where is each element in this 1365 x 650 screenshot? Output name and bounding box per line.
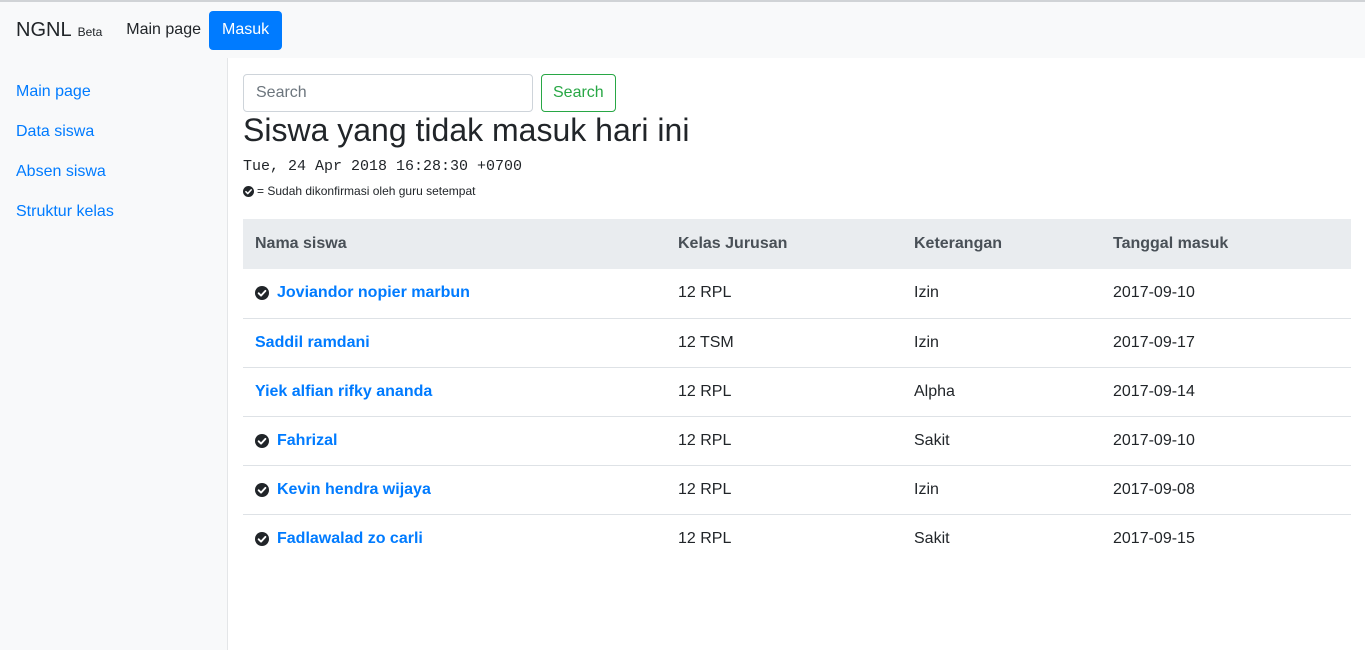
search-button[interactable]: Search [541, 74, 616, 112]
header-kelas-jurusan: Kelas Jurusan [666, 219, 902, 269]
table-row: Fadlawalad zo carli 12 RPL Sakit 2017-09-15 [243, 513, 1351, 563]
header-nama-siswa: Nama siswa [243, 219, 666, 269]
student-name-link[interactable]: Fahrizal [277, 432, 337, 450]
cell-nama-siswa: Kevin hendra wijaya [243, 464, 666, 514]
check-circle-icon [255, 286, 269, 301]
top-navbar: NGNL Beta Main page Masuk [0, 0, 1365, 58]
sidebar-item-struktur-kelas[interactable]: Struktur kelas [0, 202, 227, 242]
cell-nama-siswa: Saddil ramdani [243, 317, 666, 367]
search-form: Search [243, 74, 616, 112]
cell-kelas-jurusan: 12 RPL [666, 415, 902, 465]
search-input[interactable] [243, 74, 533, 112]
cell-tanggal-masuk: 2017-09-08 [1101, 464, 1351, 514]
sidebar: Main page Data siswa Absen siswa Struktu… [0, 58, 228, 650]
cell-keterangan: Sakit [902, 513, 1101, 563]
masuk-button[interactable]: Masuk [208, 10, 283, 50]
student-name-link[interactable]: Fadlawalad zo carli [277, 530, 423, 548]
current-timestamp: Tue, 24 Apr 2018 16:28:30 +0700 [243, 158, 523, 175]
table-row: Yiek alfian rifky ananda 12 RPL Alpha 2017-… [243, 366, 1351, 416]
cell-tanggal-masuk: 2017-09-10 [1101, 415, 1351, 465]
cell-keterangan: Izin [914, 284, 939, 302]
cell-kelas-jurusan: 12 TSM [666, 317, 902, 367]
table-row: Saddil ramdani 12 TSM Izin 2017-09-17 [243, 317, 1351, 367]
sidebar-item-main-page[interactable]: Main page [0, 82, 227, 122]
cell-kelas-jurusan: 12 RPL [678, 284, 732, 302]
cell-tanggal-masuk: 2017-09-10 [1113, 284, 1195, 302]
cell-tanggal-masuk: 2017-09-17 [1101, 317, 1351, 367]
brand-name[interactable]: NGNL [16, 19, 72, 42]
nav-main-page-link[interactable]: Main page [126, 21, 201, 39]
sidebar-item-data-siswa[interactable]: Data siswa [0, 122, 227, 162]
confirmation-legend: = Sudah dikonfirmasi oleh guru setempat [243, 184, 475, 198]
cell-nama-siswa: Yiek alfian rifky ananda [243, 366, 666, 416]
header-keterangan: Keterangan [902, 219, 1101, 269]
table-row: Joviandor nopier marbun 12 RPL Izin 2017-09… [243, 269, 1351, 318]
table-header-row: Nama siswa Kelas Jurusan Keterangan Tang… [243, 219, 1351, 269]
check-circle-icon [255, 482, 269, 497]
check-circle-icon [255, 433, 269, 448]
cell-keterangan: Sakit [902, 415, 1101, 465]
check-circle-icon [255, 531, 269, 546]
student-name-link[interactable]: Saddil ramdani [255, 334, 370, 352]
sidebar-item-absen-siswa[interactable]: Absen siswa [0, 162, 227, 202]
cell-nama-siswa: Joviandor nopier marbun [243, 269, 666, 318]
table-row: Fahrizal 12 RPL Sakit 2017-09-10 [243, 415, 1351, 465]
cell-tanggal-masuk: 2017-09-14 [1101, 366, 1351, 416]
brand-badge: Beta [77, 24, 103, 39]
cell-kelas-jurusan: 12 RPL [666, 464, 902, 514]
cell-nama-siswa: Fadlawalad zo carli [243, 513, 666, 563]
brand[interactable]: NGNL Beta [16, 19, 102, 42]
legend-text: = Sudah dikonfirmasi oleh guru setempat [257, 184, 476, 198]
cell-keterangan: Alpha [902, 366, 1101, 416]
student-name-link[interactable]: Yiek alfian rifky ananda [255, 383, 432, 401]
header-tanggal-masuk: Tanggal masuk [1101, 219, 1351, 269]
cell-keterangan: Izin [902, 317, 1101, 367]
absent-students-table: Nama siswa Kelas Jurusan Keterangan Tang… [243, 219, 1351, 563]
cell-keterangan: Izin [902, 464, 1101, 514]
cell-nama-siswa: Fahrizal [243, 415, 666, 465]
student-name-link[interactable]: Joviandor nopier marbun [277, 284, 470, 302]
cell-tanggal-masuk: 2017-09-15 [1101, 513, 1351, 563]
student-name-link[interactable]: Kevin hendra wijaya [277, 481, 431, 499]
page-title: Siswa yang tidak masuk hari ini [243, 112, 690, 148]
check-circle-icon [243, 185, 254, 197]
table-row: Kevin hendra wijaya 12 RPL Izin 2017-09-08 [243, 464, 1351, 514]
cell-kelas-jurusan: 12 RPL [666, 513, 902, 563]
cell-kelas-jurusan: 12 RPL [666, 366, 902, 416]
